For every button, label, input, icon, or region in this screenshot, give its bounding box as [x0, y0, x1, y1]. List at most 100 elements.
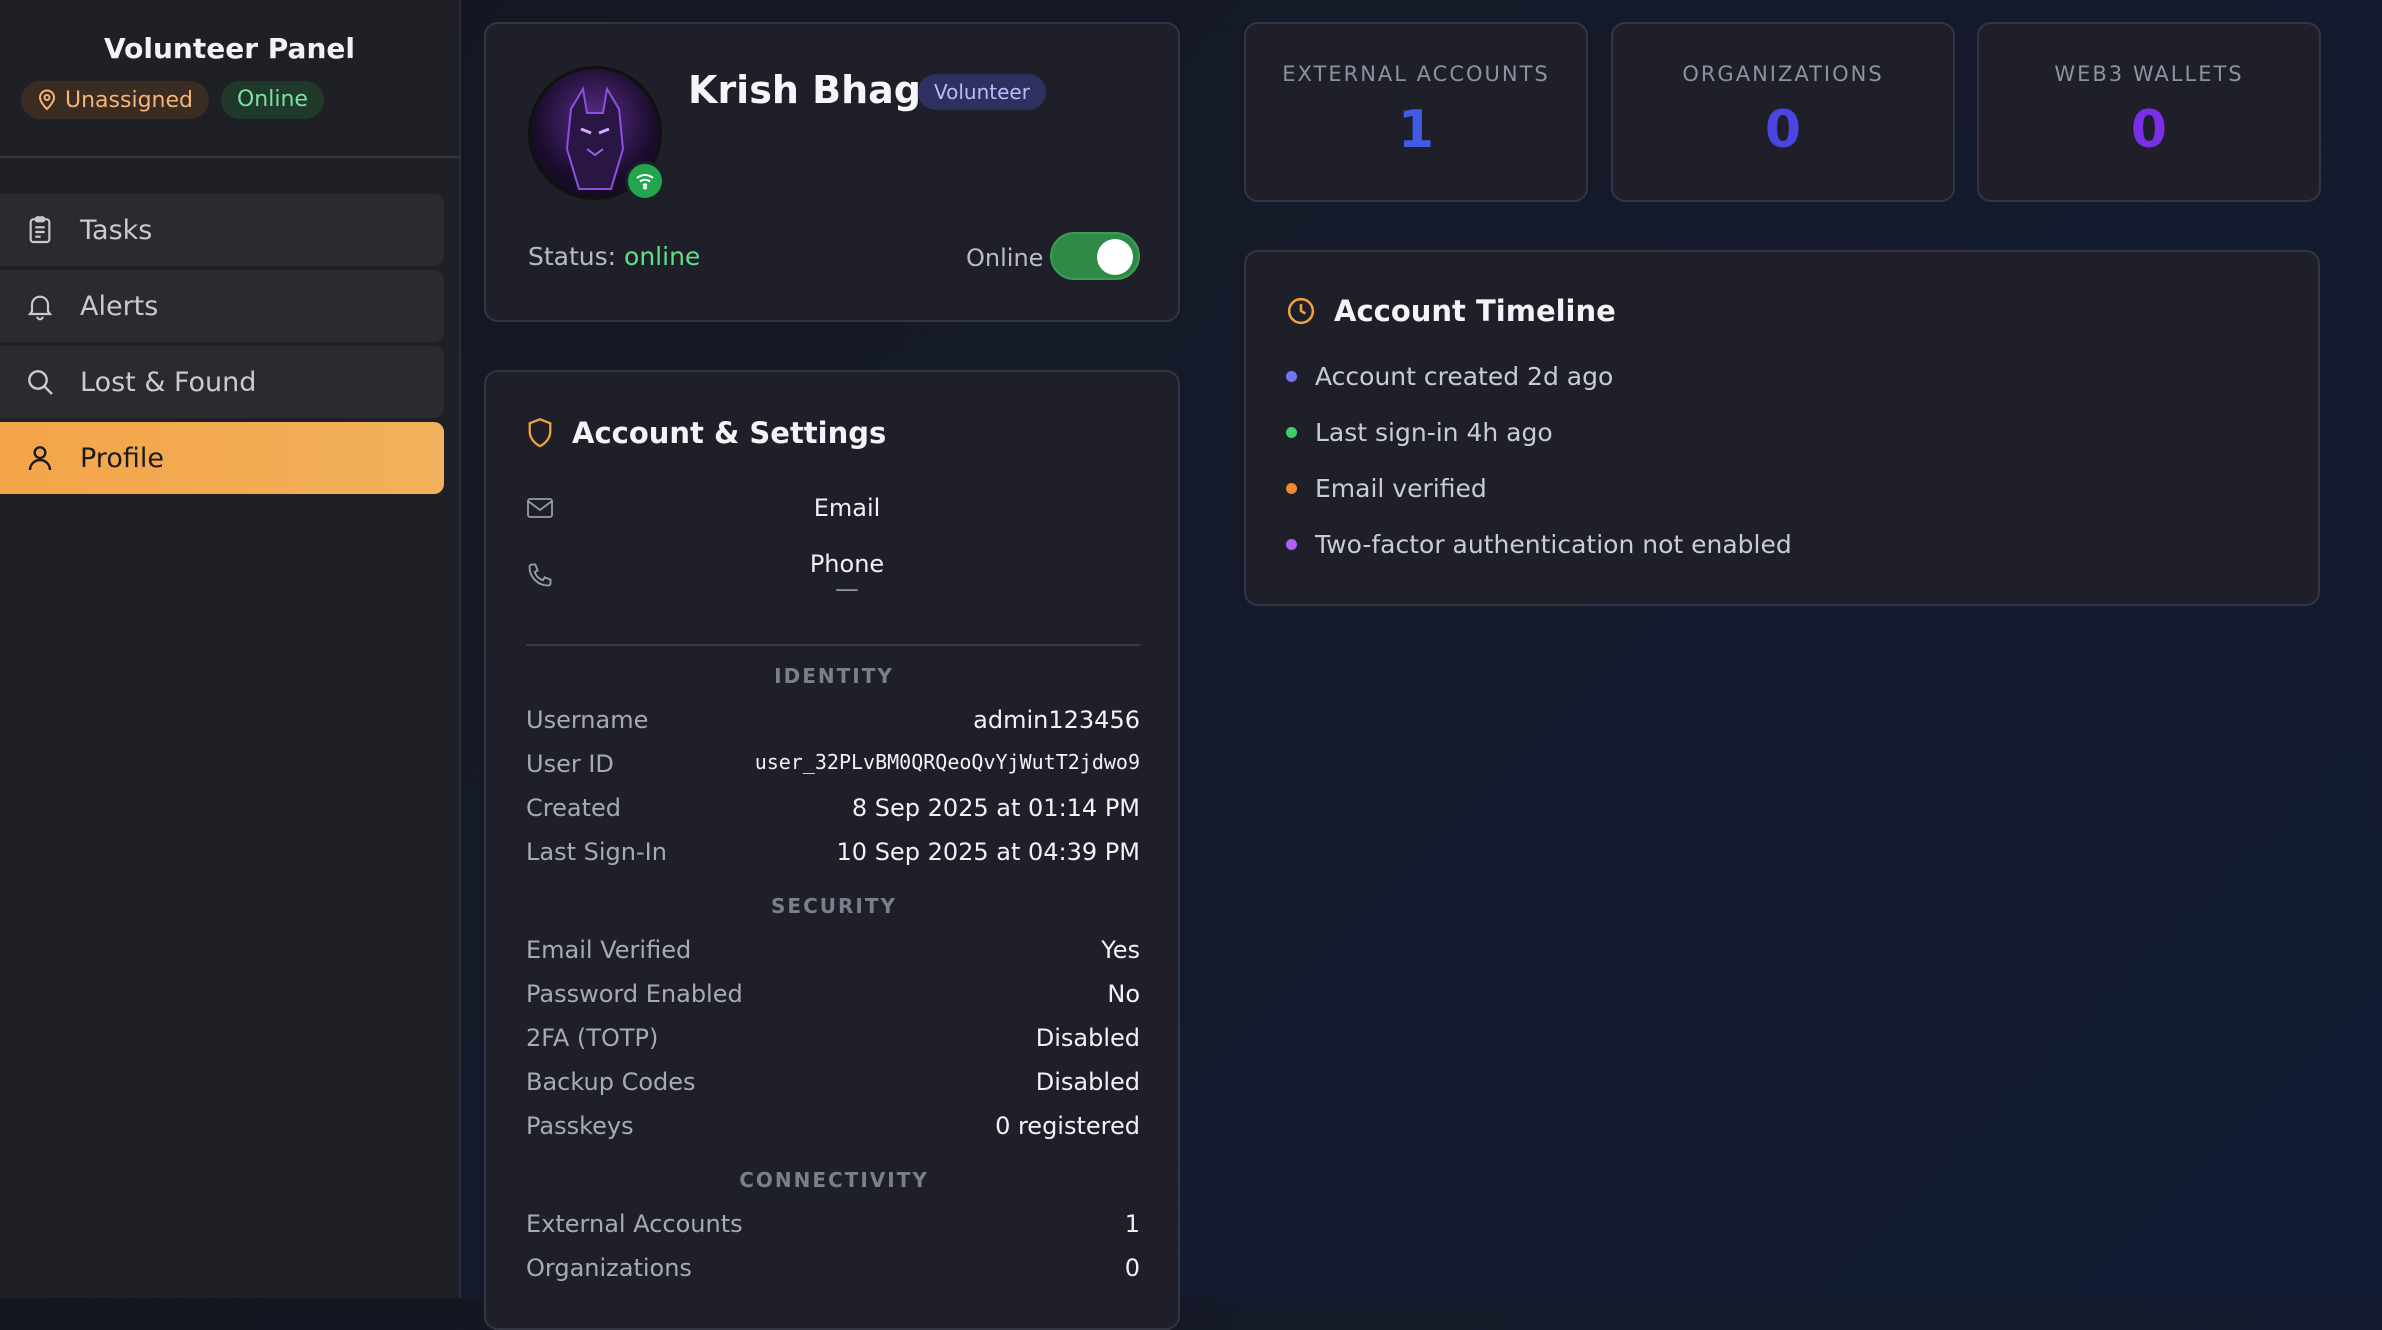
shield-icon — [528, 418, 552, 448]
timeline-text: Email verified — [1315, 474, 1487, 503]
timeline-item: Account created 2d ago — [1286, 362, 1613, 391]
security-row-2fa: 2FA (TOTP) Disabled — [526, 1024, 1140, 1052]
security-row-email-verified: Email Verified Yes — [526, 936, 1140, 964]
stat-card-web3-wallets: WEB3 WALLETS 0 — [1977, 22, 2321, 202]
account-settings-card: Account & Settings Email Phone — IDENTIT… — [484, 370, 1180, 1330]
stat-card-organizations: ORGANIZATIONS 0 — [1611, 22, 1955, 202]
stat-card-external-accounts: EXTERNAL ACCOUNTS 1 — [1244, 22, 1588, 202]
online-indicator — [625, 161, 665, 201]
panel-title: Volunteer Panel — [104, 32, 355, 65]
sidebar-nav: Tasks Alerts Lost & Found Profile — [0, 158, 459, 494]
bell-icon — [27, 295, 53, 321]
connectivity-row-organizations: Organizations 0 — [526, 1254, 1140, 1282]
phone-label: Phone — [809, 550, 885, 578]
stat-value: 1 — [1397, 100, 1435, 160]
clipboard-icon — [29, 216, 51, 244]
row-key: Username — [526, 706, 649, 734]
timeline-text: Last sign-in 4h ago — [1315, 418, 1553, 447]
email-row: Email — [526, 494, 1140, 522]
toggle-knob — [1097, 239, 1133, 275]
sidebar-item-tasks[interactable]: Tasks — [0, 194, 444, 266]
timeline-dot — [1286, 371, 1297, 382]
online-toggle[interactable] — [1050, 232, 1140, 280]
user-icon — [28, 446, 52, 471]
row-value: admin123456 — [973, 706, 1140, 734]
sidebar-item-profile[interactable]: Profile — [0, 422, 444, 494]
row-value: 10 Sep 2025 at 04:39 PM — [836, 838, 1140, 866]
row-key: User ID — [526, 750, 614, 778]
row-key: Backup Codes — [526, 1068, 696, 1096]
row-key: Organizations — [526, 1254, 692, 1282]
clock-icon — [1287, 297, 1315, 325]
row-value: Yes — [1101, 936, 1140, 964]
phone-icon — [528, 563, 552, 587]
mail-icon — [527, 498, 553, 518]
stat-value: 0 — [1764, 100, 1802, 160]
security-row-password-enabled: Password Enabled No — [526, 980, 1140, 1008]
online-toggle-label: Online — [966, 244, 1044, 272]
connectivity-header: CONNECTIVITY — [739, 1168, 929, 1192]
phone-block: Phone — — [554, 550, 1140, 603]
row-key: 2FA (TOTP) — [526, 1024, 659, 1052]
stat-value: 0 — [2130, 100, 2168, 160]
row-key: Email Verified — [526, 936, 692, 964]
sidebar-item-label: Lost & Found — [80, 366, 257, 398]
sidebar-item-label: Profile — [80, 442, 164, 474]
avatar[interactable] — [528, 66, 665, 201]
security-header: SECURITY — [771, 894, 897, 918]
connectivity-row-external-accounts: External Accounts 1 — [526, 1210, 1140, 1238]
phone-row: Phone — — [526, 550, 1140, 603]
status-value: online — [624, 242, 701, 271]
status-badge: Online — [220, 81, 324, 119]
identity-row-user-id: User ID user_32PLvBM0QRQeoQvYjWutT2jdwo9 — [526, 750, 1140, 778]
timeline-item: Two-factor authentication not enabled — [1286, 530, 1792, 559]
sidebar-item-label: Alerts — [80, 290, 159, 322]
timeline-text: Account created 2d ago — [1315, 362, 1614, 391]
wifi-icon — [636, 174, 654, 190]
search-icon — [28, 370, 53, 395]
settings-title: Account & Settings — [572, 416, 887, 450]
sidebar-item-lost-and-found[interactable]: Lost & Found — [0, 346, 444, 418]
row-key: Created — [526, 794, 621, 822]
email-label: Email — [813, 494, 881, 522]
account-timeline-card: Account Timeline Account created 2d ago … — [1244, 250, 2320, 606]
sidebar: Volunteer Panel Unassigned Online Tasks … — [0, 0, 461, 1298]
row-key: External Accounts — [526, 1210, 743, 1238]
timeline-header: Account Timeline — [1286, 294, 1616, 328]
identity-row-last-sign-in: Last Sign-In 10 Sep 2025 at 04:39 PM — [526, 838, 1140, 866]
row-value: 0 — [1124, 1254, 1140, 1282]
timeline-dot — [1286, 427, 1297, 438]
row-value: 8 Sep 2025 at 01:14 PM — [851, 794, 1140, 822]
row-key: Passkeys — [526, 1112, 634, 1140]
location-badge-label: Unassigned — [65, 87, 193, 113]
map-pin-icon — [38, 89, 56, 111]
row-value[interactable]: user_32PLvBM0QRQeoQvYjWutT2jdwo9 — [755, 750, 1140, 778]
security-row-backup-codes: Backup Codes Disabled — [526, 1068, 1140, 1096]
row-value: Disabled — [1035, 1068, 1140, 1096]
identity-row-username: Username admin123456 — [526, 706, 1140, 734]
timeline-dot — [1286, 483, 1297, 494]
stat-label: ORGANIZATIONS — [1682, 62, 1884, 86]
identity-header: IDENTITY — [774, 664, 894, 688]
row-key: Last Sign-In — [526, 838, 667, 866]
sidebar-item-label: Tasks — [80, 214, 153, 246]
status-text: Status: online — [528, 242, 700, 271]
stat-label: WEB3 WALLETS — [2054, 62, 2244, 86]
sidebar-item-alerts[interactable]: Alerts — [0, 270, 444, 342]
settings-header: Account & Settings — [526, 416, 886, 450]
timeline-item: Email verified — [1286, 474, 1487, 503]
timeline-item: Last sign-in 4h ago — [1286, 418, 1553, 447]
row-value: No — [1107, 980, 1140, 1008]
timeline-text: Two-factor authentication not enabled — [1315, 530, 1792, 559]
stat-label: EXTERNAL ACCOUNTS — [1282, 62, 1550, 86]
timeline-title: Account Timeline — [1334, 294, 1616, 328]
row-value: 0 registered — [995, 1112, 1140, 1140]
row-key: Password Enabled — [526, 980, 743, 1008]
location-badge: Unassigned — [21, 81, 209, 119]
phone-value: — — [835, 575, 859, 603]
status-label: Status: — [528, 242, 617, 271]
row-value: 1 — [1124, 1210, 1140, 1238]
role-badge: Volunteer — [918, 74, 1046, 110]
divider — [526, 644, 1140, 646]
timeline-dot — [1286, 539, 1297, 550]
